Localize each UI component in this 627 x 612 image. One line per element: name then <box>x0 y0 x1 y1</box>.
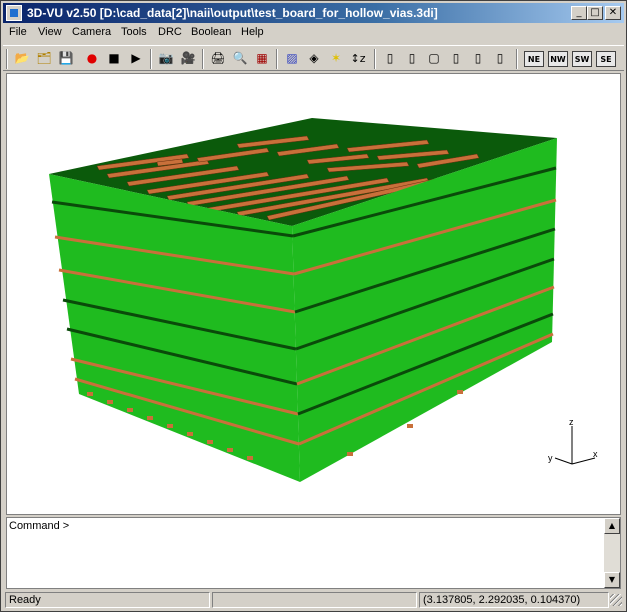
axis-y-label: y <box>548 453 553 463</box>
view-bottom-icon[interactable]: ▯ <box>490 49 510 67</box>
toolbar-separator <box>276 49 278 69</box>
toolbar-separator <box>374 49 376 69</box>
save-icon[interactable]: 💾 <box>56 49 76 67</box>
command-scrollbar[interactable]: ▲ ▼ <box>604 518 620 588</box>
menu-camera[interactable]: Camera <box>72 26 111 38</box>
menu-file[interactable]: File <box>9 26 27 38</box>
app-window: 3D-VU v2.50 [D:\cad_data[2]\naii\output\… <box>0 0 627 612</box>
layers-icon[interactable]: ◈ <box>304 49 324 67</box>
axis-z-label: z <box>569 417 574 427</box>
status-bar: Ready (3.137805, 2.292035, 0.104370) <box>3 591 624 609</box>
view-back-icon[interactable]: ▯ <box>402 49 422 67</box>
axis-indicator <box>554 426 596 465</box>
scroll-up-button[interactable]: ▲ <box>604 518 620 534</box>
toolbar-grip <box>6 49 8 69</box>
menu-help[interactable]: Help <box>241 26 264 38</box>
title-bar[interactable]: 3D-VU v2.50 [D:\cad_data[2]\naii\output\… <box>3 3 624 23</box>
view-top-icon[interactable]: ▢ <box>424 49 444 67</box>
stop-icon[interactable]: ■ <box>104 49 124 67</box>
print-preview-icon[interactable]: 🔍 <box>230 49 250 67</box>
axis-x-label: x <box>593 449 598 459</box>
view-sw-button[interactable]: SW <box>572 51 592 67</box>
toolbar: 📂 🗂 💾 ● ■ ▶ 📷 🎥 🖨 🔍 ▦ ▨ ◈ ✶ ↕z ▯ ▯ ▢ ▯ ▯… <box>3 45 624 71</box>
print-setup-icon[interactable]: ▦ <box>252 49 272 67</box>
menu-bar: File View Camera Tools DRC Boolean Help <box>3 24 624 43</box>
view-se-button[interactable]: SE <box>596 51 616 67</box>
light-icon[interactable]: ✶ <box>326 49 346 67</box>
menu-boolean[interactable]: Boolean <box>191 26 231 38</box>
open-project-icon[interactable]: 🗂 <box>34 49 54 67</box>
view-right-icon[interactable]: ▯ <box>468 49 488 67</box>
toolbar-separator <box>202 49 204 69</box>
command-prompt: Command > <box>9 520 70 532</box>
color-icon[interactable]: ▨ <box>282 49 302 67</box>
camera-icon[interactable]: 📷 <box>156 49 176 67</box>
close-button[interactable]: ✕ <box>605 6 621 20</box>
scroll-down-button[interactable]: ▼ <box>604 572 620 588</box>
open-icon[interactable]: 📂 <box>12 49 32 67</box>
z-scale-icon[interactable]: ↕z <box>348 49 368 67</box>
toolbar-separator <box>150 49 152 69</box>
command-panel[interactable]: Command > ▲ ▼ <box>6 517 621 589</box>
menu-view[interactable]: View <box>38 26 62 38</box>
view-nw-button[interactable]: NW <box>548 51 568 67</box>
camera-record-icon[interactable]: 🎥 <box>178 49 198 67</box>
window-title: 3D-VU v2.50 [D:\cad_data[2]\naii\output\… <box>27 6 438 20</box>
menu-drc[interactable]: DRC <box>158 26 182 38</box>
play-icon[interactable]: ▶ <box>126 49 146 67</box>
view-ne-button[interactable]: NE <box>524 51 544 67</box>
status-panel-empty <box>212 592 417 608</box>
toolbar-separator <box>516 49 518 69</box>
resize-grip-icon[interactable] <box>610 594 622 606</box>
view-left-icon[interactable]: ▯ <box>446 49 466 67</box>
status-coordinates: (3.137805, 2.292035, 0.104370) <box>419 592 609 608</box>
record-icon[interactable]: ● <box>82 49 102 67</box>
app-icon[interactable] <box>6 5 22 21</box>
maximize-button[interactable]: □ <box>587 6 603 20</box>
status-text: Ready <box>5 592 210 608</box>
menu-tools[interactable]: Tools <box>121 26 147 38</box>
minimize-button[interactable]: _ <box>571 6 587 20</box>
print-icon[interactable]: 🖨 <box>208 49 228 67</box>
3d-viewport[interactable]: z y x <box>6 73 621 515</box>
pcb-3d-render: z y x <box>49 118 598 482</box>
view-front-icon[interactable]: ▯ <box>380 49 400 67</box>
